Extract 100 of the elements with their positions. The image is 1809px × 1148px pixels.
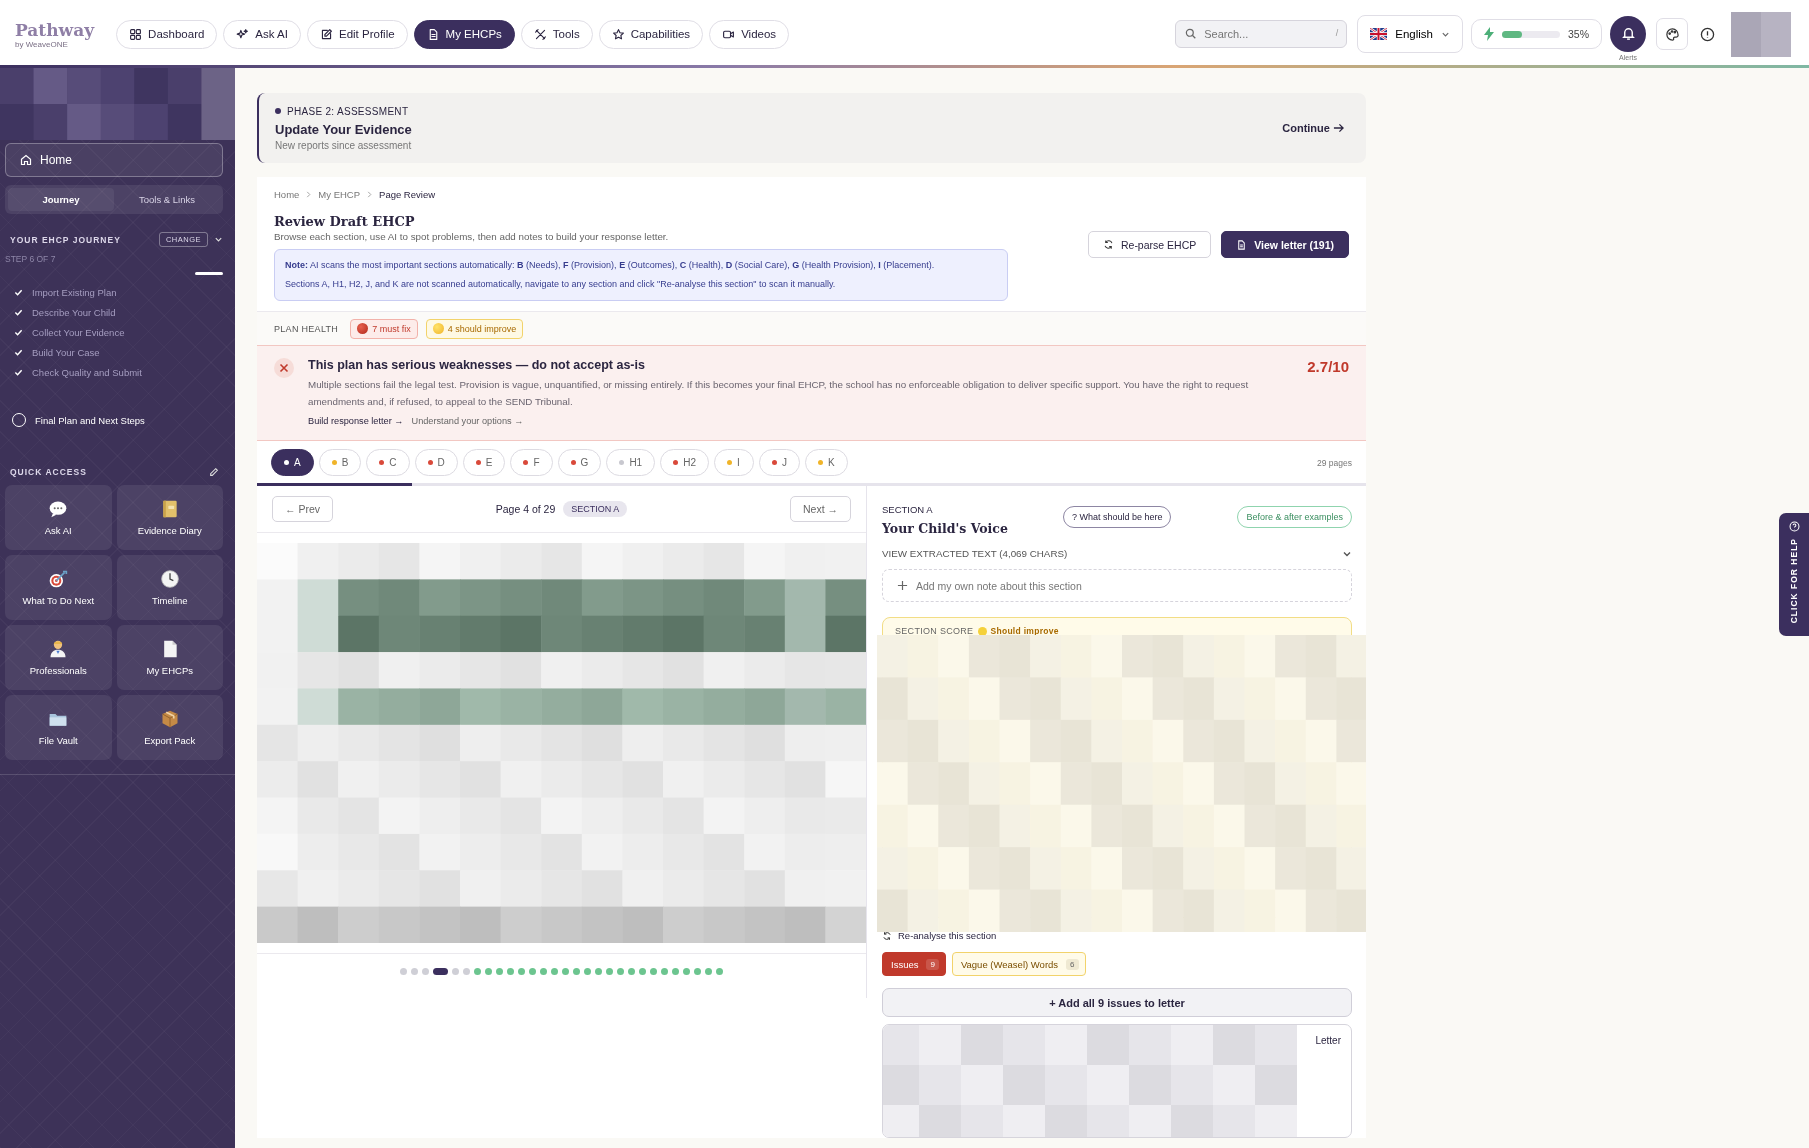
page-dot[interactable] xyxy=(518,968,525,975)
letter-link[interactable]: Letter xyxy=(1315,1035,1341,1046)
extracted-text-toggle[interactable]: VIEW EXTRACTED TEXT (4,069 CHARS) xyxy=(882,548,1352,559)
journey-step[interactable]: Final Plan and Next Steps xyxy=(35,414,145,426)
help-tab[interactable]: CLICK FOR HELP xyxy=(1779,513,1809,636)
examples-button[interactable]: Before & after examples xyxy=(1237,506,1352,528)
page-dot[interactable] xyxy=(595,968,602,975)
nav-button[interactable]: My EHCPs xyxy=(413,19,515,49)
palette-button[interactable] xyxy=(1656,18,1688,50)
bullet-icon xyxy=(275,108,281,114)
journey-step[interactable]: Build Your Case xyxy=(32,347,100,358)
sidebar-tab[interactable]: Journey xyxy=(8,188,114,211)
breadcrumb-item[interactable]: My EHCP xyxy=(318,189,361,200)
page-dot[interactable] xyxy=(650,968,657,975)
page-dot[interactable] xyxy=(463,968,470,975)
quick-access-tile[interactable]: My EHCPs xyxy=(116,625,223,690)
action-link[interactable]: Build response letter → xyxy=(308,416,404,426)
section-tab[interactable]: E xyxy=(462,449,506,476)
quick-access-tile[interactable]: Timeline xyxy=(116,555,223,620)
logo-tagline: by WeaveONE xyxy=(15,39,68,49)
prev-button[interactable]: ← Prev xyxy=(272,496,333,522)
page-dot[interactable] xyxy=(422,968,429,975)
nav-button[interactable]: Edit Profile xyxy=(306,19,408,49)
speech-bubble-icon xyxy=(48,499,69,519)
page-dot[interactable] xyxy=(400,968,407,975)
page-dot[interactable] xyxy=(672,968,679,975)
info-icon[interactable] xyxy=(1700,26,1715,42)
page-dot[interactable] xyxy=(507,968,514,975)
quick-access-tile[interactable]: Export Pack xyxy=(116,695,223,760)
page-dot[interactable] xyxy=(705,968,712,975)
page-dot[interactable] xyxy=(683,968,690,975)
journey-step[interactable]: Describe Your Child xyxy=(32,307,116,318)
home-icon xyxy=(20,154,32,166)
page-title: Review Draft EHCP xyxy=(274,214,416,229)
filter-tab[interactable]: Vague (Weasel) Words 6 xyxy=(951,952,1086,977)
page-dot[interactable] xyxy=(617,968,624,975)
page-dot[interactable] xyxy=(496,968,503,975)
section-tab[interactable]: C xyxy=(366,449,410,476)
section-tab[interactable]: K xyxy=(804,449,848,476)
page-dot[interactable] xyxy=(661,968,668,975)
plan-health-label: PLAN HEALTH xyxy=(274,323,339,334)
page-dot[interactable] xyxy=(694,968,701,975)
add-all-button[interactable]: + Add all 9 issues to letter xyxy=(882,988,1352,1017)
quick-access-tile[interactable]: Ask AI xyxy=(5,485,112,550)
alerts-button[interactable] xyxy=(1610,15,1646,52)
section-tab[interactable]: J xyxy=(758,449,800,476)
chevron-down-icon[interactable] xyxy=(214,235,223,244)
action-link[interactable]: Understand your options → xyxy=(411,416,524,426)
page-dot[interactable] xyxy=(606,968,613,975)
nav-button[interactable]: Dashboard xyxy=(116,19,218,49)
page-dot[interactable] xyxy=(584,968,591,975)
plus-icon xyxy=(897,580,908,592)
section-tab[interactable]: F xyxy=(510,449,553,476)
journey-step[interactable]: Import Existing Plan xyxy=(32,287,117,298)
quick-access-tile[interactable]: File Vault xyxy=(5,695,112,760)
section-tab[interactable]: D xyxy=(414,449,458,476)
nav-button[interactable]: Capabilities xyxy=(598,19,704,49)
page-dot[interactable] xyxy=(551,968,558,975)
quick-access-tile[interactable]: Professionals xyxy=(5,625,112,690)
page-dot[interactable] xyxy=(474,968,481,975)
page-dot[interactable] xyxy=(485,968,492,975)
section-tab[interactable]: A xyxy=(271,449,314,476)
section-tab[interactable]: H2 xyxy=(660,449,709,476)
quick-access-tile[interactable]: What To Do Next xyxy=(5,555,112,620)
section-badge: SECTION A xyxy=(563,501,628,517)
nav-button[interactable]: Ask AI xyxy=(223,19,301,49)
section-tab[interactable]: B xyxy=(318,449,362,476)
page-dot[interactable] xyxy=(639,968,646,975)
page-dot[interactable] xyxy=(452,968,459,975)
phase-label: PHASE 2: ASSESSMENT xyxy=(287,105,409,117)
view-letter-button[interactable]: View letter (191) xyxy=(1221,231,1349,258)
page-dot[interactable] xyxy=(562,968,569,975)
language-select[interactable]: English xyxy=(1357,15,1463,53)
reparse-button[interactable]: Re-parse EHCP xyxy=(1087,231,1212,258)
logo-text[interactable]: Pathway xyxy=(15,19,95,40)
reanalyse-button[interactable]: Re-analyse this section xyxy=(882,930,1352,942)
journey-step[interactable]: Collect Your Evidence xyxy=(32,327,125,338)
filter-tab[interactable]: Issues 9 xyxy=(882,952,946,977)
page-dot[interactable] xyxy=(628,968,635,975)
section-tab[interactable]: H1 xyxy=(606,449,656,476)
pencil-icon[interactable] xyxy=(209,467,219,477)
page-dot[interactable] xyxy=(573,968,580,975)
next-button[interactable]: Next → xyxy=(790,496,851,522)
continue-button[interactable]: Continue xyxy=(1276,121,1350,135)
nav-button[interactable]: Tools xyxy=(520,19,593,49)
page-dot[interactable] xyxy=(716,968,723,975)
section-tab[interactable]: G xyxy=(557,449,602,476)
page-dot[interactable] xyxy=(529,968,536,975)
nav-button[interactable]: Videos xyxy=(709,19,790,49)
quick-access-tile[interactable]: Evidence Diary xyxy=(116,485,223,550)
home-button[interactable]: Home xyxy=(5,143,223,177)
add-note-button[interactable]: Add my own note about this section xyxy=(882,569,1352,603)
journey-step[interactable]: Check Quality and Submit xyxy=(32,367,142,378)
page-dot[interactable] xyxy=(540,968,547,975)
breadcrumb-item[interactable]: Home xyxy=(274,189,300,200)
page-dot[interactable] xyxy=(411,968,418,975)
section-tab[interactable]: I xyxy=(713,449,754,476)
sidebar-tab[interactable]: Tools & Links xyxy=(114,188,220,211)
sparkle-icon xyxy=(236,27,250,41)
help-button[interactable]: ? What should be here xyxy=(1062,506,1172,528)
